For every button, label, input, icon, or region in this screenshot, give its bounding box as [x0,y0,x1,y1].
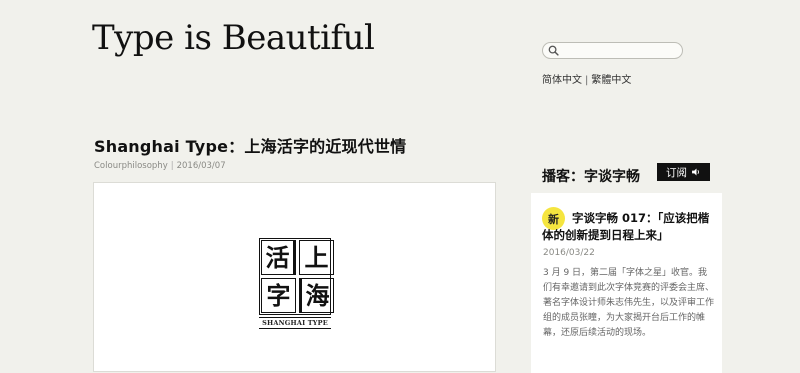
subscribe-button[interactable]: 订阅 [657,163,710,181]
podcast-section-title: 播客：字谈字畅 [542,169,640,185]
lang-separator: | [585,75,589,86]
logo-caption: SHANGHAI TYPE [259,317,331,329]
post-category-link[interactable]: Colourphilosophy [94,161,168,171]
site-title[interactable]: Type is Beautiful [92,18,375,58]
lang-traditional-link[interactable]: 繁體中文 [591,75,631,86]
logo-char: 字 [261,278,296,313]
search-input[interactable] [561,43,679,58]
podcast-episode-card[interactable]: 新 字谈字畅 017：「应该把楷体的创新提到日程上来」 2016/03/22 3… [531,193,722,373]
search-icon [548,45,559,56]
shanghai-type-logo: 活 上 字 海 SHANGHAI TYPE [259,238,334,329]
language-switcher: 简体中文 | 繁體中文 [542,71,631,86]
post-date: 2016/03/07 [176,161,226,171]
lang-simplified-link[interactable]: 简体中文 [542,75,582,86]
post-featured-image[interactable]: 活 上 字 海 SHANGHAI TYPE [93,182,496,372]
episode-date: 2016/03/22 [543,248,595,258]
post-meta: Colourphilosophy | 2016/03/07 [94,161,226,171]
meta-separator: | [170,161,174,171]
speaker-icon [692,168,699,176]
logo-char: 上 [299,240,334,275]
search-box[interactable] [542,42,683,59]
episode-title[interactable]: 字谈字畅 017：「应该把楷体的创新提到日程上来」 [542,210,716,244]
subscribe-label: 订阅 [666,166,687,179]
logo-char: 活 [261,240,296,275]
logo-char: 海 [299,278,334,313]
logo-grid: 活 上 字 海 [259,238,334,315]
episode-description: 3 月 9 日，第二届「字体之星」收官。我们有幸邀请到此次字体竞赛的评委会主席、… [543,268,715,338]
post-title[interactable]: Shanghai Type：上海活字的近现代世情 [94,133,406,157]
